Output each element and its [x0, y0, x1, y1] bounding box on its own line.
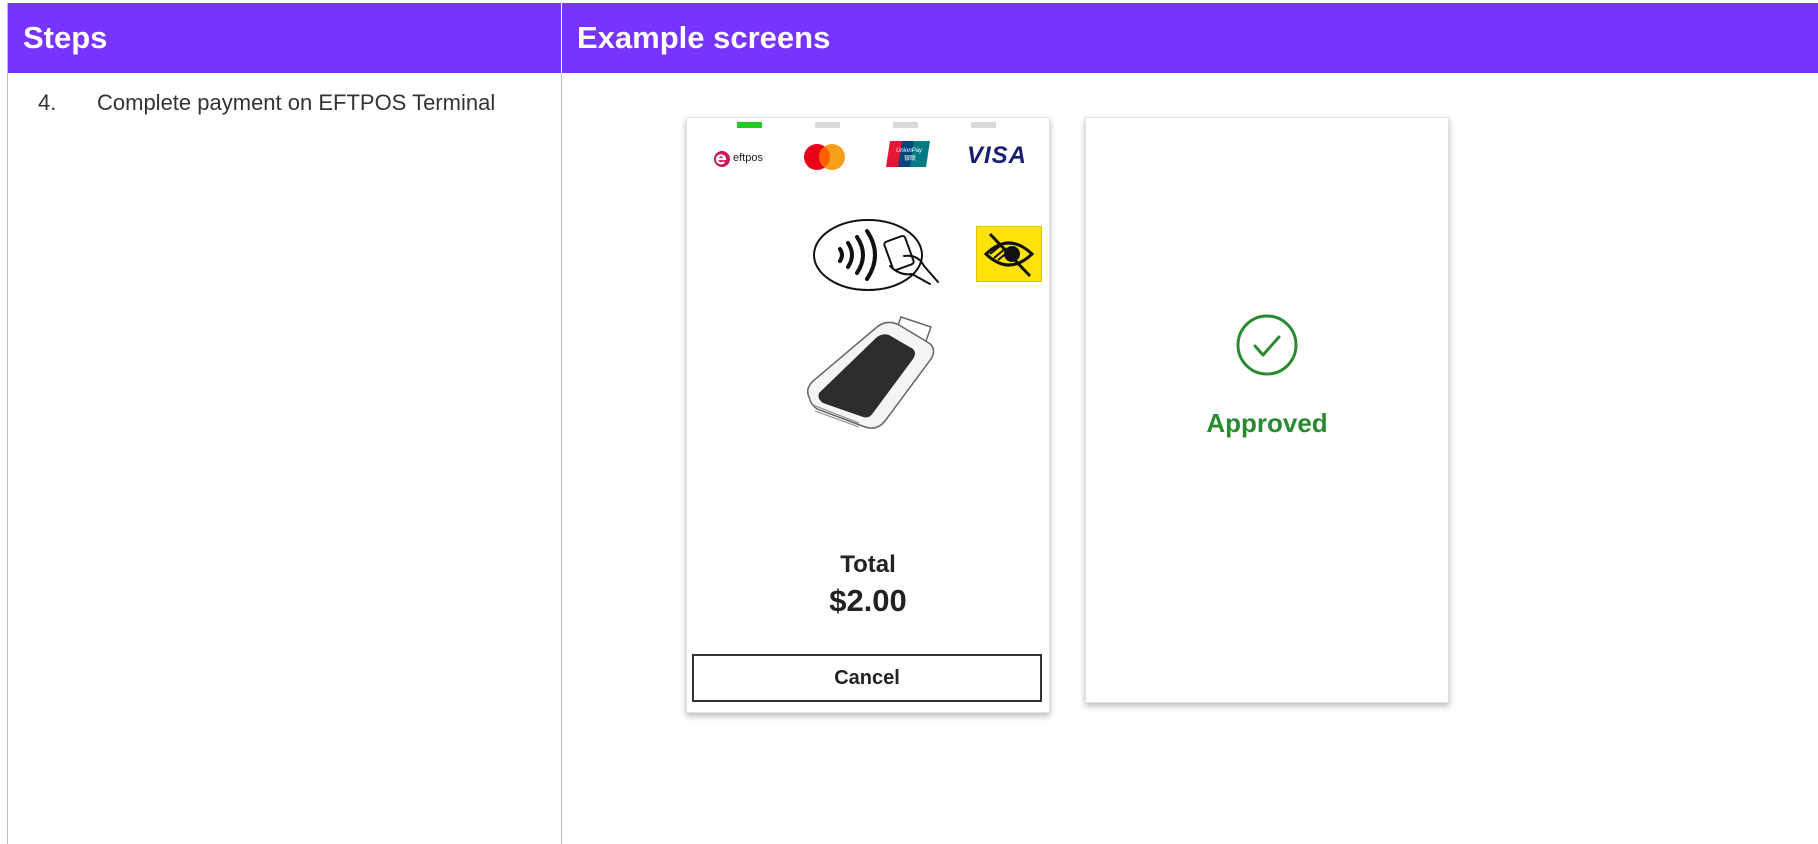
table-header: Steps Example screens	[8, 3, 1818, 73]
approved-status-text: Approved	[1206, 408, 1328, 438]
step-text: Complete payment on EFTPOS Terminal	[97, 90, 496, 115]
approved-check-icon	[1235, 313, 1299, 377]
cancel-button[interactable]: Cancel	[692, 654, 1042, 702]
header-example-screens: Example screens	[561, 3, 1818, 73]
page-indicator	[893, 122, 918, 128]
contactless-tap-icon	[812, 216, 947, 296]
step-item: 4. Complete payment on EFTPOS Terminal	[38, 90, 495, 116]
mastercard-logo	[801, 141, 849, 173]
page-indicator-active	[737, 122, 762, 128]
svg-text:UnionPay: UnionPay	[896, 148, 923, 154]
column-divider	[561, 73, 562, 844]
privacy-eye-icon	[975, 225, 1043, 283]
terminal-illustration-icon	[805, 311, 945, 441]
step-number: 4.	[38, 90, 57, 115]
unionpay-logo: UnionPay 银联	[886, 139, 932, 169]
header-steps: Steps	[23, 20, 108, 55]
total-label: Total	[840, 551, 896, 578]
page-indicator	[815, 122, 840, 128]
visa-logo: VISA	[967, 142, 1028, 169]
terminal-payment-screen: eftpos UnionPay 银联 VISA Total $2.00 Canc…	[686, 117, 1050, 713]
eftpos-logo: eftpos	[713, 147, 773, 171]
total-amount: $2.00	[829, 583, 907, 618]
eftpos-logo-label: eftpos	[733, 152, 763, 164]
page-indicator	[971, 122, 996, 128]
svg-text:银联: 银联	[904, 154, 916, 162]
approved-screen: Approved	[1085, 117, 1449, 703]
